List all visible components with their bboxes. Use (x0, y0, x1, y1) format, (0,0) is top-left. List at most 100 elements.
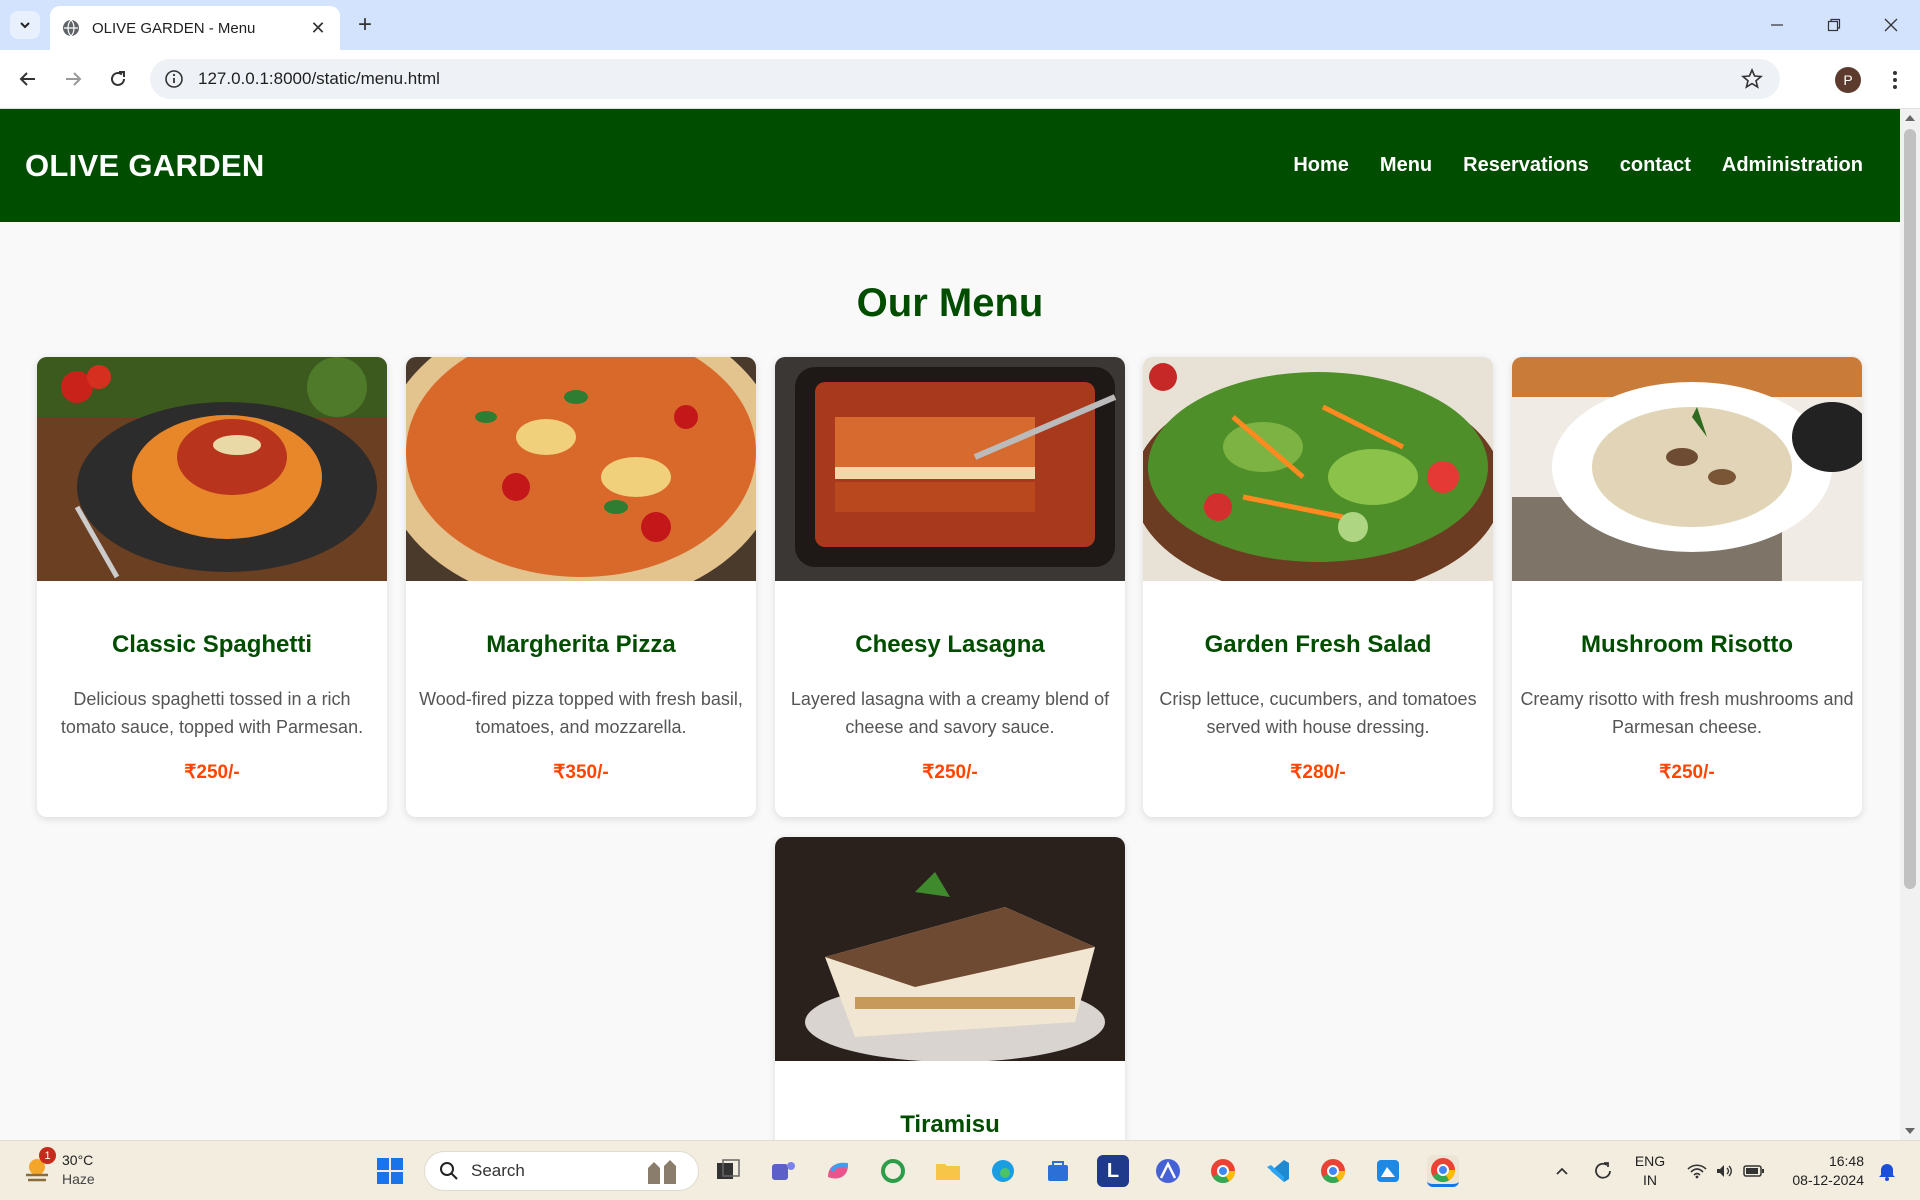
restore-icon (1827, 18, 1841, 32)
spaghetti-photo (37, 357, 387, 581)
tab-search-button[interactable] (10, 11, 40, 39)
start-button[interactable] (374, 1155, 406, 1187)
weather-condition: Haze (62, 1171, 95, 1187)
globe-icon (63, 19, 79, 37)
taskbar: 1 30°C Haze Search L ENG IN 16:48 08-12-… (0, 1140, 1920, 1200)
menu-item-name: Margherita Pizza (486, 631, 676, 658)
arrow-left-icon (19, 72, 35, 86)
taskbar-app-green[interactable] (877, 1155, 909, 1187)
bookmark-star-icon[interactable] (1740, 67, 1764, 91)
letter-l-icon: L (1106, 1159, 1120, 1182)
battery-icon (1743, 1165, 1764, 1177)
reload-icon (111, 71, 125, 86)
menu-item-description: Creamy risotto with fresh mushrooms and … (1520, 689, 1854, 737)
risotto-photo (1512, 357, 1862, 581)
chrome-icon (1321, 1159, 1345, 1184)
weather-widget[interactable]: 1 30°C Haze (22, 1147, 95, 1189)
system-tray[interactable] (1684, 1141, 1768, 1200)
menu-item-description: Delicious spaghetti tossed in a rich tom… (60, 689, 364, 737)
menu-item-price: ₹250/- (1659, 762, 1715, 783)
site-logo[interactable]: OLIVE GARDEN (25, 148, 265, 184)
lasagna-photo (775, 357, 1125, 581)
browser-tab-active[interactable]: OLIVE GARDEN - Menu ✕ (50, 6, 340, 50)
menu-card: Garden Fresh Salad Crisp lettuce, cucumb… (1143, 357, 1493, 817)
chrome-icon (1431, 1157, 1455, 1182)
minimize-icon (1771, 24, 1783, 26)
taskbar-teams[interactable] (767, 1155, 799, 1187)
taskbar-edge[interactable] (987, 1155, 1019, 1187)
reload-button[interactable] (103, 64, 133, 94)
taskbar-app-l[interactable]: L (1097, 1155, 1129, 1187)
nav-link-reservations[interactable]: Reservations (1463, 154, 1589, 177)
menu-card: Classic Spaghetti Delicious spaghetti to… (37, 357, 387, 817)
tab-title: OLIVE GARDEN - Menu (92, 19, 256, 37)
address-bar[interactable]: 127.0.0.1:8000/static/menu.html (150, 59, 1780, 99)
menu-item-price: ₹280/- (1290, 762, 1346, 783)
taskbar-chrome-2[interactable] (1317, 1155, 1349, 1187)
a-logo-icon (1156, 1159, 1180, 1183)
volume-icon (1717, 1165, 1732, 1177)
taskbar-chrome-1[interactable] (1207, 1155, 1239, 1187)
taskbar-chrome-active[interactable] (1427, 1155, 1459, 1187)
menu-item-description: Crisp lettuce, cucumbers, and tomatoes s… (1159, 689, 1477, 737)
notifications-button[interactable] (1872, 1141, 1902, 1200)
taskbar-search-placeholder: Search (471, 1161, 525, 1180)
minimize-button[interactable] (1752, 10, 1802, 40)
taskbar-search[interactable]: Search (424, 1151, 699, 1191)
lang-line-1: ENG (1634, 1153, 1666, 1169)
menu-card: Tiramisu (775, 837, 1125, 1140)
taskbar-app-a[interactable] (1152, 1155, 1184, 1187)
forward-button[interactable] (58, 64, 88, 94)
weather-temp: 30°C (62, 1152, 94, 1168)
language-indicator[interactable]: ENG IN (1628, 1141, 1672, 1200)
browser-titlebar: OLIVE GARDEN - Menu ✕ + (0, 0, 1920, 50)
site-info-icon[interactable] (164, 69, 184, 89)
nav-link-home[interactable]: Home (1293, 154, 1349, 177)
vscode-icon (1267, 1160, 1289, 1182)
tiramisu-photo (775, 837, 1125, 1061)
nav-link-contact[interactable]: contact (1620, 154, 1691, 177)
scroll-up-arrow-icon[interactable] (1905, 115, 1915, 121)
back-button[interactable] (13, 64, 43, 94)
taskbar-file-explorer[interactable] (932, 1155, 964, 1187)
close-tab-icon[interactable]: ✕ (308, 18, 328, 38)
url-text[interactable]: 127.0.0.1:8000/static/menu.html (198, 69, 1740, 89)
lang-line-2: IN (1643, 1172, 1657, 1188)
wifi-icon (1687, 1164, 1707, 1179)
photo-editor-icon (1377, 1160, 1399, 1182)
taskbar-app-blue[interactable] (1372, 1155, 1404, 1187)
show-hidden-icons-button[interactable] (1548, 1141, 1576, 1200)
nav-link-menu[interactable]: Menu (1380, 154, 1432, 177)
close-window-button[interactable] (1866, 10, 1916, 40)
clock-date: 08-12-2024 (1792, 1172, 1864, 1188)
profile-avatar[interactable]: P (1835, 67, 1861, 93)
task-view-button[interactable] (712, 1155, 744, 1187)
page-scrollbar[interactable] (1900, 109, 1920, 1140)
circle-app-icon (881, 1159, 905, 1183)
taskbar-clock[interactable]: 16:48 08-12-2024 (1772, 1152, 1864, 1190)
restore-button[interactable] (1809, 10, 1859, 40)
more-vertical-icon (1893, 71, 1897, 89)
menu-item-price: ₹250/- (184, 762, 240, 783)
edge-icon (992, 1160, 1014, 1182)
menu-item-price: ₹350/- (553, 762, 609, 783)
menu-item-name: Classic Spaghetti (111, 631, 313, 658)
scroll-down-arrow-icon[interactable] (1905, 1128, 1915, 1134)
sync-tray-button[interactable] (1588, 1141, 1618, 1200)
taskbar-vscode[interactable] (1262, 1155, 1294, 1187)
scrollbar-thumb[interactable] (1904, 129, 1916, 889)
site-nav: Home Menu Reservations contact Administr… (1293, 154, 1863, 177)
chevron-down-icon (20, 22, 30, 29)
taskbar-store[interactable] (1042, 1155, 1074, 1187)
new-tab-button[interactable]: + (352, 11, 378, 38)
menu-item-description: Layered lasagna with a creamy blend of c… (790, 689, 1110, 737)
menu-item-name: Mushroom Risotto (1581, 631, 1793, 658)
menu-card: Cheesy Lasagna Layered lasagna with a cr… (775, 357, 1125, 817)
clock-time: 16:48 (1828, 1153, 1864, 1169)
taskbar-copilot[interactable] (822, 1155, 854, 1187)
menu-card: Margherita Pizza Wood-fired pizza topped… (406, 357, 756, 817)
browser-menu-button[interactable] (1880, 65, 1910, 95)
nav-link-administration[interactable]: Administration (1722, 154, 1863, 177)
task-view-icon (717, 1159, 740, 1179)
search-icon (440, 1162, 458, 1180)
